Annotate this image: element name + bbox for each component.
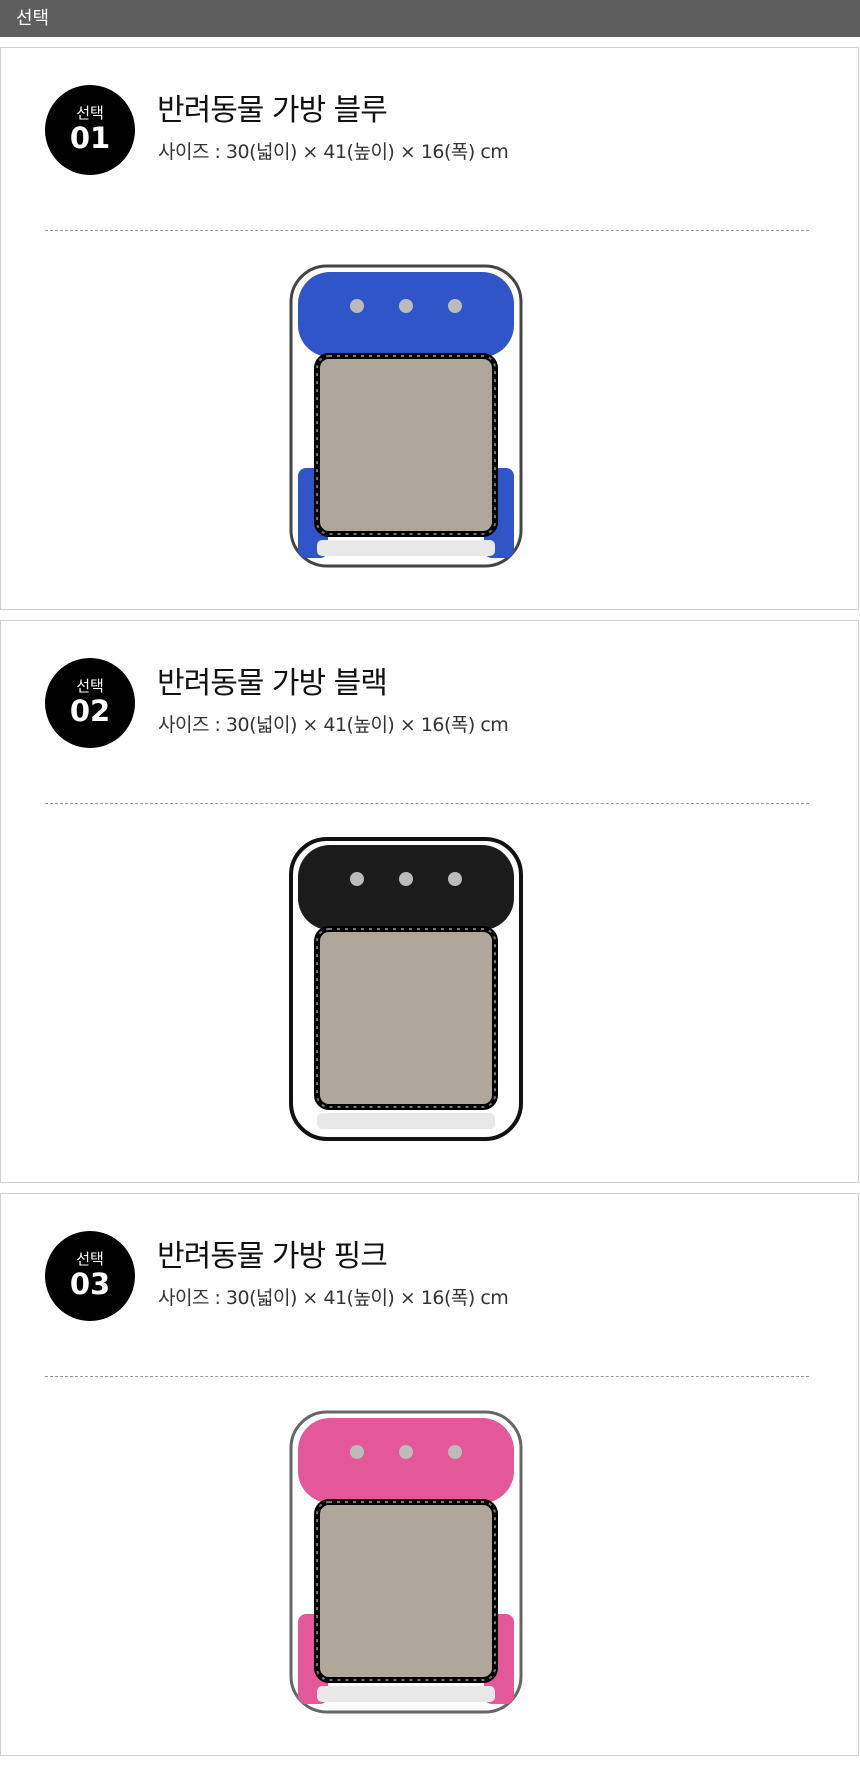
option-badge: 선택 02 (45, 658, 135, 748)
pet-backpack-icon (289, 1410, 523, 1714)
product-image (281, 831, 561, 1151)
option-panel-01[interactable]: 선택 01 반려동물 가방 블루 사이즈 : 30(넓이) × 41(높이) ×… (0, 47, 859, 610)
pet-backpack-icon (289, 264, 523, 568)
badge-number: 01 (69, 121, 111, 155)
badge-number: 03 (69, 1267, 111, 1301)
product-image (281, 258, 561, 578)
option-badge: 선택 03 (45, 1231, 135, 1321)
section-header: 선택 (0, 0, 860, 37)
product-size: 사이즈 : 30(넓이) × 41(높이) × 16(폭) cm (158, 1287, 509, 1309)
product-size: 사이즈 : 30(넓이) × 41(높이) × 16(폭) cm (158, 714, 509, 736)
product-image (281, 1404, 561, 1724)
divider (45, 1376, 809, 1377)
product-title: 반려동물 가방 블루 (157, 93, 388, 128)
option-badge: 선택 01 (45, 85, 135, 175)
divider (45, 230, 809, 231)
pet-backpack-icon (289, 837, 523, 1141)
product-title: 반려동물 가방 블랙 (157, 666, 388, 701)
badge-label: 선택 (76, 677, 104, 695)
product-size: 사이즈 : 30(넓이) × 41(높이) × 16(폭) cm (158, 141, 509, 163)
badge-label: 선택 (76, 104, 104, 122)
divider (45, 803, 809, 804)
section-header-title: 선택 (16, 8, 50, 29)
badge-label: 선택 (76, 1250, 104, 1268)
option-panel-02[interactable]: 선택 02 반려동물 가방 블랙 사이즈 : 30(넓이) × 41(높이) ×… (0, 620, 859, 1183)
option-panel-03[interactable]: 선택 03 반려동물 가방 핑크 사이즈 : 30(넓이) × 41(높이) ×… (0, 1193, 859, 1756)
product-title: 반려동물 가방 핑크 (157, 1239, 388, 1274)
badge-number: 02 (69, 694, 111, 728)
